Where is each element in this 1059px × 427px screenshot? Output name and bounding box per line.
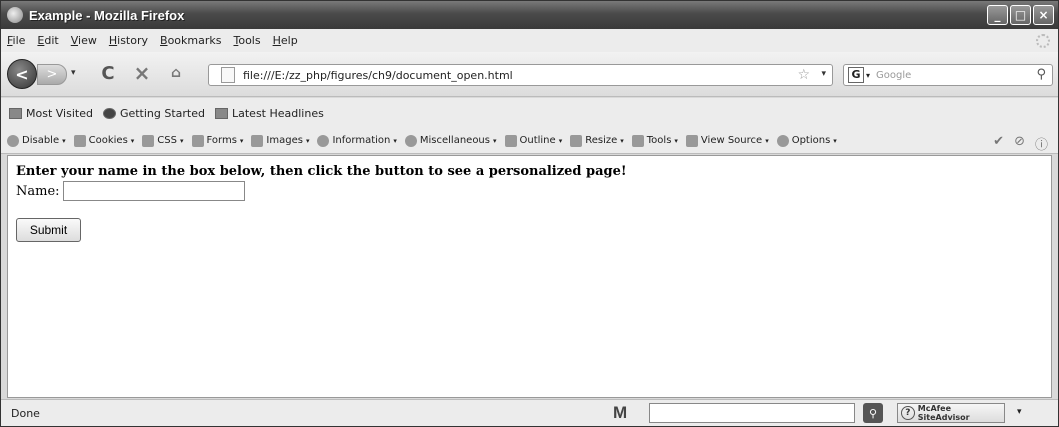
- siteadvisor-button[interactable]: ? McAfee SiteAdvisor: [897, 403, 1005, 423]
- dev-outline[interactable]: Outline ▾: [504, 134, 562, 147]
- bookmark-getting-started[interactable]: Getting Started: [102, 107, 205, 120]
- web-developer-toolbar: Disable ▾ Cookies ▾ CSS ▾ Forms ▾ Images ▾ In…: [1, 128, 1058, 154]
- close-button[interactable]: ×: [1033, 5, 1054, 25]
- dev-css[interactable]: CSS ▾: [142, 134, 184, 147]
- css-icon: [142, 134, 155, 147]
- navigation-toolbar: < > ▾ C × ⌂ file:///E:/zz_php/figures/ch…: [1, 52, 1058, 97]
- history-dropdown-icon[interactable]: ▾: [71, 68, 76, 78]
- view-source-icon: [685, 134, 698, 147]
- help-icon: ?: [901, 406, 915, 420]
- submit-button[interactable]: Submit: [16, 218, 81, 242]
- siteadvisor-label: McAfee SiteAdvisor: [917, 404, 970, 422]
- url-bar[interactable]: file:///E:/zz_php/figures/ch9/document_o…: [208, 64, 833, 86]
- status-text: Done: [11, 406, 40, 420]
- menu-view[interactable]: View: [71, 34, 97, 47]
- rss-icon: [215, 107, 228, 119]
- outline-icon: [504, 134, 517, 147]
- dev-cookies[interactable]: Cookies ▾: [73, 134, 134, 147]
- forward-button[interactable]: >: [37, 64, 67, 85]
- menu-edit[interactable]: Edit: [37, 34, 58, 47]
- stop-icon[interactable]: ×: [131, 61, 153, 85]
- bookmark-star-icon[interactable]: ☆: [797, 67, 810, 83]
- m-logo[interactable]: M: [613, 403, 627, 423]
- miscellaneous-icon: [404, 134, 417, 147]
- name-row: Name:: [16, 181, 1043, 201]
- dev-tools[interactable]: Tools ▾: [631, 134, 678, 147]
- bookmark-most-visited[interactable]: Most Visited: [9, 107, 93, 120]
- firefox-bookmark-icon: [102, 107, 116, 119]
- url-text: file:///E:/zz_php/figures/ch9/document_o…: [243, 68, 513, 82]
- firefox-icon: [7, 7, 23, 23]
- maximize-button[interactable]: □: [1010, 5, 1031, 25]
- home-icon[interactable]: ⌂: [165, 62, 187, 84]
- dev-miscellaneous[interactable]: Miscellaneous ▾: [404, 134, 497, 147]
- status-search-icon[interactable]: ⚲: [863, 403, 883, 423]
- forms-icon: [191, 134, 204, 147]
- status-search-input[interactable]: [649, 403, 855, 423]
- bookmarks-toolbar: Most Visited Getting Started Latest Head…: [1, 98, 1058, 128]
- window-title: Example - Mozilla Firefox: [29, 7, 185, 23]
- folder-icon: [9, 107, 22, 119]
- menu-tools[interactable]: Tools: [233, 34, 260, 47]
- resize-icon: [570, 134, 583, 147]
- warning-icon[interactable]: ⊘: [1014, 134, 1025, 153]
- cookies-icon: [73, 134, 86, 147]
- search-placeholder: Google: [876, 69, 912, 81]
- throbber-icon: [1036, 34, 1050, 48]
- dev-images[interactable]: Images ▾: [251, 134, 309, 147]
- dev-options[interactable]: Options ▾: [776, 134, 837, 147]
- validation-check-icon[interactable]: ✔: [993, 134, 1004, 153]
- reload-icon[interactable]: C: [97, 62, 119, 84]
- search-icon[interactable]: ⚲: [1036, 67, 1046, 82]
- page-favicon-icon: [221, 67, 235, 83]
- dev-resize[interactable]: Resize ▾: [570, 134, 624, 147]
- page-content: Enter your name in the box below, then c…: [7, 155, 1052, 398]
- url-dropdown-icon[interactable]: ▾: [821, 69, 826, 79]
- minimize-button[interactable]: _: [987, 5, 1008, 25]
- name-label: Name:: [16, 183, 60, 199]
- dev-status-icons: ✔ ⊘ ⓘ: [993, 134, 1048, 153]
- back-button[interactable]: <: [7, 59, 37, 89]
- title-bar: Example - Mozilla Firefox _ □ ×: [1, 1, 1058, 29]
- bookmark-latest-headlines[interactable]: Latest Headlines: [215, 107, 324, 120]
- page-heading: Enter your name in the box below, then c…: [16, 164, 627, 179]
- info-icon[interactable]: ⓘ: [1035, 134, 1048, 153]
- browser-window: Example - Mozilla Firefox _ □ × File Edi…: [0, 0, 1059, 427]
- siteadvisor-dropdown-icon[interactable]: ▾: [1017, 407, 1022, 417]
- dev-information[interactable]: Information ▾: [317, 134, 397, 147]
- name-input[interactable]: [62, 181, 245, 201]
- menu-file[interactable]: File: [7, 34, 25, 47]
- disable-icon: [7, 134, 19, 147]
- window-controls: _ □ ×: [987, 5, 1054, 25]
- google-engine-icon[interactable]: G: [848, 67, 864, 83]
- engine-dropdown-icon[interactable]: ▾: [866, 71, 870, 80]
- menu-bookmarks[interactable]: Bookmarks: [160, 34, 221, 47]
- menu-history[interactable]: History: [109, 34, 148, 47]
- search-bar[interactable]: G ▾ Google ⚲: [843, 64, 1053, 86]
- tools-icon: [631, 134, 644, 147]
- menu-bar: File Edit View History Bookmarks Tools H…: [1, 29, 1058, 52]
- information-icon: [317, 134, 330, 147]
- options-icon: [776, 134, 789, 147]
- dev-view-source[interactable]: View Source ▾: [685, 134, 769, 147]
- images-icon: [251, 134, 264, 147]
- menu-help[interactable]: Help: [273, 34, 298, 47]
- dev-forms[interactable]: Forms ▾: [191, 134, 243, 147]
- dev-disable[interactable]: Disable ▾: [7, 134, 66, 147]
